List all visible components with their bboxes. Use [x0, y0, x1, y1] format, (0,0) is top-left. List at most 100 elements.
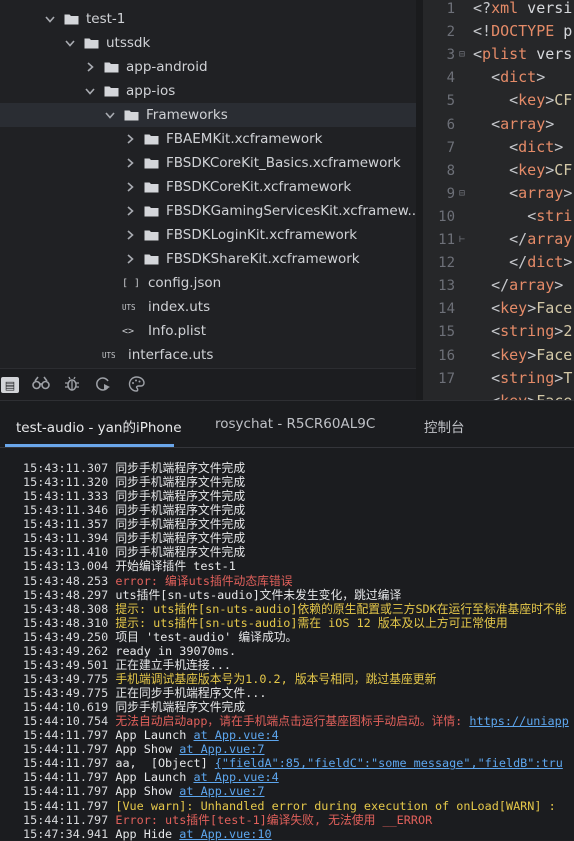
code-line: <key>CF [509, 91, 573, 110]
chevron-down-icon[interactable] [44, 15, 56, 23]
log-message: 开始编译插件 test-1 [115, 559, 236, 574]
log-message: 同步手机端程序文件完成 [115, 489, 246, 504]
chevron-right-icon[interactable] [124, 134, 136, 144]
folder-icon [104, 85, 119, 97]
code-editor[interactable]: 1 2 3 4 5 6 7 8 9 10 11 12 13 14 15 16 17 ⊟ ⊟ ⊢ <?xml versi <… [423, 0, 574, 400]
tree-item-label: FBSDKShareKit.xcframework [166, 251, 360, 267]
tree-item-label: FBAEMKit.xcframework [166, 131, 323, 147]
log-line: 15:43:48.297 uts插件[sn-uts-audio]文件未发生变化，… [23, 588, 574, 602]
log-timestamp: 15:43:11.333 [23, 489, 116, 504]
line-number: 10 [438, 208, 455, 225]
log-link[interactable]: at App.vue:4 [193, 770, 278, 784]
log-timestamp: 15:43:13.004 [23, 559, 116, 574]
log-line: 15:43:11.394 同步手机端程序文件完成 [23, 531, 574, 545]
log-link[interactable]: https://uniapp [469, 714, 568, 728]
log-link[interactable]: {"fieldA":85,"fieldC":"some message","fi… [215, 756, 563, 770]
code-line: <stri [527, 206, 573, 225]
folder-icon [64, 13, 79, 25]
log-timestamp: 15:43:11.307 [23, 461, 116, 475]
log-line: 15:43:13.004 开始编译插件 test-1 [23, 559, 574, 573]
tree-item[interactable]: FBSDKCoreKit.xcframework [124, 175, 351, 199]
folder-icon [144, 229, 159, 241]
fold-marker-icon[interactable]: ⊟ [459, 49, 467, 60]
tree-item-label: FBSDKGamingServicesKit.xcframew... [166, 203, 416, 219]
chevron-down-icon[interactable] [104, 111, 116, 119]
code-line: <dict> [509, 137, 564, 156]
tree-item[interactable]: FBSDKShareKit.xcframework [124, 247, 360, 271]
log-line: 15:43:49.501 正在建立手机连接... [23, 658, 574, 672]
tree-item[interactable]: FBSDKGamingServicesKit.xcframew... [124, 199, 416, 223]
line-number: 5 [446, 93, 455, 110]
tree-item[interactable]: utssdk [64, 31, 150, 55]
tree-item[interactable]: UTS interface.uts [102, 343, 213, 367]
bug-icon[interactable] [62, 376, 82, 394]
log-message: App Launch [115, 728, 194, 743]
line-number: 17 [438, 370, 455, 387]
log-timestamp: 15:44:11.797 [23, 742, 116, 757]
line-number: 12 [438, 255, 455, 272]
tree-item[interactable]: Frameworks [104, 103, 228, 127]
tree-item-label: FBSDKCoreKit_Basics.xcframework [166, 155, 401, 171]
log-timestamp: 15:43:49.501 [23, 657, 116, 672]
folder-icon [124, 109, 139, 121]
tree-item[interactable]: <> Info.plist [122, 319, 206, 343]
chevron-right-icon[interactable] [124, 206, 136, 216]
tree-item[interactable]: app-android [84, 55, 208, 79]
chevron-right-icon[interactable] [84, 62, 96, 72]
log-timestamp: 15:43:49.775 [23, 686, 116, 700]
log-message: App Show [115, 742, 180, 757]
folder-icon [104, 61, 119, 73]
line-number: 11 [438, 232, 455, 248]
log-message: error: 编译uts插件动态库错误 [115, 573, 293, 588]
tab-test-audio[interactable]: test-audio - yan的iPhone [16, 416, 182, 436]
chevron-down-icon[interactable] [64, 39, 76, 47]
log-line: 15:43:11.320 同步手机端程序文件完成 [23, 475, 574, 489]
tree-item[interactable]: FBAEMKit.xcframework [124, 127, 323, 151]
palette-icon[interactable] [126, 376, 146, 394]
log-message: 正在同步手机端程序文件... [115, 686, 267, 700]
chevron-right-icon[interactable] [124, 254, 136, 264]
tree-item[interactable]: app-ios [84, 79, 175, 103]
log-link[interactable]: at App.vue:7 [179, 742, 264, 756]
fold-marker-icon[interactable]: ⊟ [459, 188, 467, 199]
tree-item-label: interface.uts [128, 347, 214, 363]
tree-item[interactable]: FBSDKLoginKit.xcframework [124, 223, 357, 247]
log-line: 15:43:11.307 同步手机端程序文件完成 [23, 461, 574, 475]
chevron-down-icon[interactable] [84, 87, 96, 95]
line-number: 8 [446, 162, 455, 179]
log-timestamp: 15:43:11.346 [23, 503, 116, 518]
tab-console[interactable]: 控制台 [424, 416, 465, 436]
ide-top-area: test-1 utssdk app-android app-ios Frameworks… [0, 0, 574, 401]
chevron-right-icon[interactable] [124, 230, 136, 240]
code-line: <string>2 [491, 322, 573, 341]
code-line: <string>T [491, 368, 573, 387]
binoculars-icon[interactable] [31, 376, 51, 394]
log-timestamp: 15:43:49.262 [23, 643, 116, 658]
log-message: 同步手机端程序文件完成 [115, 545, 246, 560]
log-line: 15:44:11.797 App Launch at App.vue:4 [23, 770, 574, 784]
log-link[interactable]: at App.vue:4 [193, 728, 278, 742]
log-line: 15:43:49.262 ready in 39070ms. [23, 644, 574, 658]
line-number: 3 [446, 47, 455, 64]
tree-item[interactable]: FBSDKCoreKit_Basics.xcframework [124, 151, 401, 175]
tab-rosychat[interactable]: rosychat - R5CR60AL9C [215, 416, 375, 432]
log-message: 同步手机端程序文件完成 [115, 503, 246, 518]
panel-splitter[interactable] [416, 0, 423, 400]
chevron-right-icon[interactable] [124, 158, 136, 168]
chevron-right-icon[interactable] [124, 182, 136, 192]
log-link[interactable]: at App.vue:7 [179, 784, 264, 798]
log-line: 15:43:11.333 同步手机端程序文件完成 [23, 489, 574, 503]
log-line: 15:44:10.754 无法自动启动app，请在手机端点击运行基座图标手动启动… [23, 714, 574, 728]
tree-item[interactable]: [ ] config.json [122, 271, 221, 295]
log-timestamp: 15:43:48.253 [23, 573, 116, 588]
log-line: 15:43:49.250 项目 'test-audio' 编译成功。 [23, 630, 574, 644]
log-message: 手机端调试基座版本号为1.0.2, 版本号相同，跳过基座更新 [115, 671, 437, 686]
log-message: 提示: uts插件[sn-uts-audio]依赖的原生配置或三方SDK在运行至… [115, 601, 567, 616]
line-number: 15 [438, 324, 455, 341]
fold-marker-icon[interactable]: ⊢ [459, 234, 467, 245]
log-message: [Vue warn]: Unhandled error during execu… [115, 798, 563, 813]
tree-item[interactable]: test-1 [44, 7, 125, 31]
explorer-icon[interactable]: ▤ [1, 377, 19, 393]
run-icon[interactable] [93, 376, 113, 394]
tree-item[interactable]: UTS index.uts [122, 295, 210, 319]
